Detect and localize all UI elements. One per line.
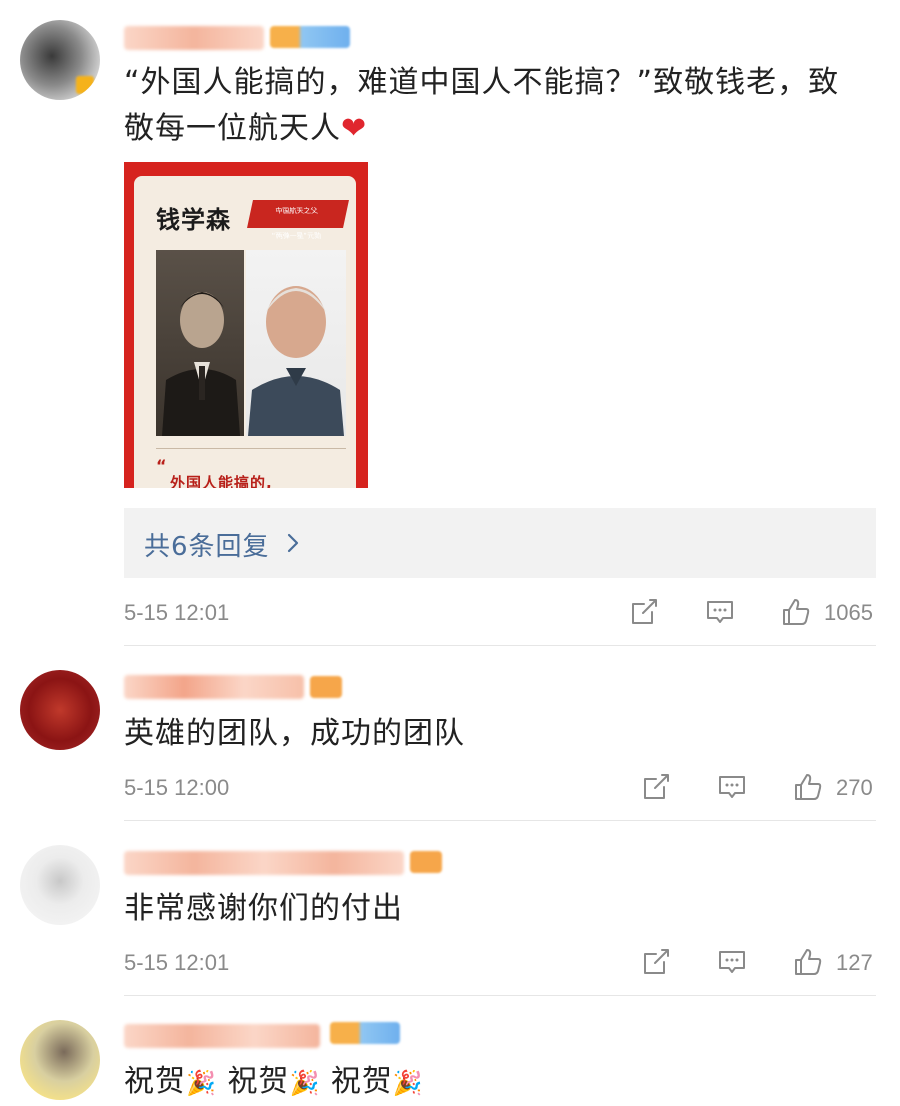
poster-tag: 中国航天之父 “两弹一星”元勋 [247, 200, 349, 240]
chevron-right-icon [287, 533, 299, 553]
congrats-word-1: 祝贺 [124, 1064, 186, 1099]
share-icon[interactable] [628, 596, 660, 628]
portrait-young [156, 250, 244, 436]
portrait-old-figure [248, 286, 344, 436]
comment-item: “外国人能搞的，难道中国人不能搞？”致敬钱老，致 敬每一位航天人❤ 钱学森 中国… [0, 0, 900, 646]
username[interactable] [124, 26, 264, 50]
username[interactable] [124, 1024, 320, 1048]
comment-item: 祝贺🎉 祝贺🎉 祝贺🎉 [0, 995, 900, 1105]
poster-card: 钱学森 中国航天之父 “两弹一星”元勋 “ 外国人能搞的, [134, 176, 356, 488]
user-badge [270, 26, 350, 48]
like-count: 127 [836, 950, 873, 975]
comment-icon[interactable] [716, 771, 748, 803]
comment-text: 英雄的团队，成功的团队 [124, 716, 465, 751]
party-popper-icon: 🎉 [289, 1069, 321, 1097]
comment-time: 5-15 12:01 [124, 600, 230, 625]
comment-image[interactable]: 钱学森 中国航天之父 “两弹一星”元勋 “ 外国人能搞的, [124, 162, 368, 488]
username[interactable] [124, 851, 404, 875]
poster-title: 钱学森 [156, 206, 231, 234]
thumbs-up-icon[interactable] [780, 596, 812, 628]
like-count: 270 [836, 775, 873, 800]
heart-emoji: ❤ [341, 111, 368, 146]
view-replies-link[interactable]: 共6条回复 [144, 526, 270, 563]
username[interactable] [124, 675, 304, 699]
avatar[interactable] [20, 670, 100, 750]
poster-divider [156, 448, 346, 449]
poster-tag-line-2: “两弹一星”元勋 [271, 232, 323, 240]
comment-text-line-2: 敬每一位航天人❤ [124, 111, 368, 146]
comment-time: 5-15 12:00 [124, 775, 230, 800]
congrats-word-2: 祝贺 [227, 1064, 290, 1099]
user-badge [410, 851, 442, 873]
portrait-young-figure [162, 292, 240, 436]
comment-item: 英雄的团队，成功的团队 5-15 12:00 270 [0, 645, 900, 821]
poster-quote: 外国人能搞的, [170, 474, 273, 488]
avatar[interactable] [20, 1020, 100, 1100]
user-badge [330, 1022, 400, 1044]
comment-text: 非常感谢你们的付出 [124, 891, 403, 926]
like-count: 1065 [824, 600, 873, 625]
comment-text-line-1: “外国人能搞的，难道中国人不能搞？”致敬钱老，致 [124, 65, 840, 100]
thumbs-up-icon[interactable] [792, 771, 824, 803]
comment-text: 祝贺🎉 祝贺🎉 祝贺🎉 [124, 1059, 424, 1106]
thumbs-up-icon[interactable] [792, 946, 824, 978]
share-icon[interactable] [640, 771, 672, 803]
congrats-word-3: 祝贺 [330, 1064, 393, 1099]
comment-text: “外国人能搞的，难道中国人不能搞？”致敬钱老，致 敬每一位航天人❤ [124, 60, 839, 152]
avatar[interactable] [20, 845, 100, 925]
reply-summary[interactable]: 共6条回复 [124, 508, 876, 578]
avatar[interactable] [20, 20, 100, 100]
share-icon[interactable] [640, 946, 672, 978]
portrait-old [246, 250, 346, 436]
comment-item: 非常感谢你们的付出 5-15 12:01 127 [0, 820, 900, 996]
poster-tag-line-1: 中国航天之父 [274, 207, 319, 215]
party-popper-icon: 🎉 [186, 1069, 217, 1097]
comment-icon[interactable] [704, 596, 736, 628]
user-badge [310, 676, 342, 698]
quote-mark: “ [156, 456, 167, 475]
party-popper-icon: 🎉 [392, 1069, 424, 1097]
comment-icon[interactable] [716, 946, 748, 978]
comment-time: 5-15 12:01 [124, 950, 230, 975]
